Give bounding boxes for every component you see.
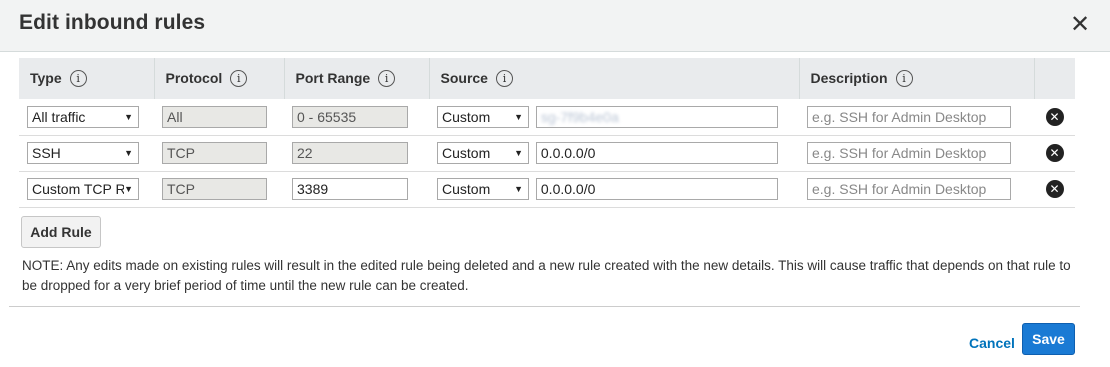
description-input[interactable]: e.g. SSH for Admin Desktop xyxy=(807,142,1011,164)
footer-divider xyxy=(9,306,1080,307)
source-input[interactable]: 0.0.0.0/0 xyxy=(535,142,778,164)
table-row: Custom TCP Rule ▼ TCP 3389 Custom ▼ 0.0.… xyxy=(19,171,1075,208)
column-header-actions xyxy=(1034,58,1075,99)
chevron-down-icon: ▼ xyxy=(124,148,133,158)
delete-rule-icon[interactable]: ✕ xyxy=(1045,180,1064,199)
info-icon[interactable]: i xyxy=(495,70,513,88)
info-icon[interactable]: i xyxy=(378,70,396,88)
modal-title: Edit inbound rules xyxy=(19,11,206,34)
description-input[interactable]: e.g. SSH for Admin Desktop xyxy=(807,178,1011,200)
inbound-rules-table: Type i Protocol i Port Range i Source i Desc… xyxy=(19,58,1075,208)
column-header-source: Source i xyxy=(429,58,800,99)
info-icon[interactable]: i xyxy=(69,70,87,88)
type-select[interactable]: All traffic ▼ xyxy=(27,105,139,128)
chevron-down-icon: ▼ xyxy=(514,111,523,122)
source-type-select[interactable]: Custom ▼ xyxy=(437,105,529,128)
add-rule-button[interactable]: Add Rule xyxy=(21,216,101,248)
source-input[interactable]: 0.0.0.0/0 xyxy=(535,178,778,200)
delete-rule-icon[interactable]: ✕ xyxy=(1045,107,1064,126)
protocol-field: TCP xyxy=(162,142,267,164)
chevron-down-icon: ▼ xyxy=(514,148,523,158)
info-icon[interactable]: i xyxy=(895,70,913,88)
chevron-down-icon: ▼ xyxy=(124,111,133,122)
protocol-field: All xyxy=(162,105,267,128)
column-header-type: Type i xyxy=(19,58,155,99)
modal-header: Edit inbound rules ✕ xyxy=(0,0,1110,52)
table-row: All traffic ▼ All 0 - 65535 Custom ▼ sg-… xyxy=(19,99,1075,136)
table-row: SSH ▼ TCP 22 Custom ▼ 0.0.0.0/0 e.g. SSH… xyxy=(19,135,1075,172)
column-header-protocol: Protocol i xyxy=(154,58,285,99)
port-range-input[interactable]: 3389 xyxy=(292,178,408,200)
info-icon[interactable]: i xyxy=(230,70,248,88)
chevron-down-icon: ▼ xyxy=(124,184,133,194)
column-header-description: Description i xyxy=(799,58,1035,99)
delete-rule-icon[interactable]: ✕ xyxy=(1045,144,1064,163)
edit-note-text: NOTE: Any edits made on existing rules w… xyxy=(22,258,1071,293)
redacted-source-value: sg-7f9b4e0a xyxy=(540,108,619,125)
close-icon[interactable]: ✕ xyxy=(1070,13,1090,37)
protocol-field: TCP xyxy=(162,178,267,200)
type-select[interactable]: SSH ▼ xyxy=(27,142,139,164)
save-button[interactable]: Save xyxy=(1022,323,1075,355)
type-select[interactable]: Custom TCP Rule ▼ xyxy=(27,178,139,200)
source-type-select[interactable]: Custom ▼ xyxy=(437,142,529,164)
table-header-row: Type i Protocol i Port Range i Source i Desc… xyxy=(19,58,1075,99)
column-header-port-range: Port Range i xyxy=(284,58,430,99)
source-input[interactable]: sg-7f9b4e0a xyxy=(535,105,778,128)
source-type-select[interactable]: Custom ▼ xyxy=(437,178,529,200)
description-input[interactable]: e.g. SSH for Admin Desktop xyxy=(807,105,1011,128)
port-range-field: 22 xyxy=(292,142,408,164)
cancel-button[interactable]: Cancel xyxy=(969,335,1015,351)
port-range-field: 0 - 65535 xyxy=(292,105,408,128)
chevron-down-icon: ▼ xyxy=(514,184,523,194)
